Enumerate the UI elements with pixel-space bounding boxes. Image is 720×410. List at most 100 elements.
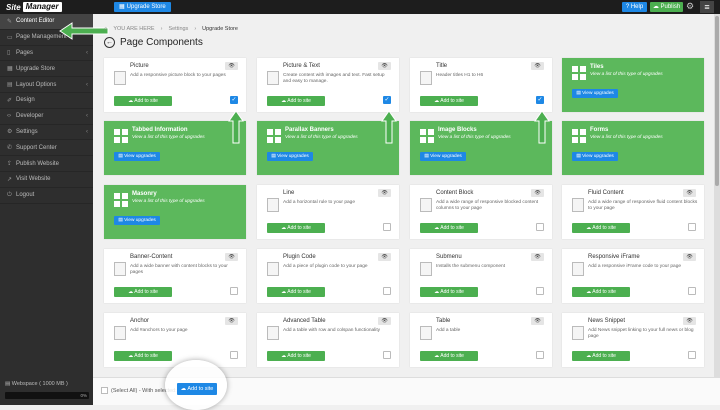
eye-icon[interactable]: 👁 — [225, 253, 238, 261]
scrollbar-thumb[interactable] — [715, 16, 719, 186]
breadcrumb: ⌂ YOU ARE HERE › Settings › Upgrade Stor… — [104, 26, 238, 32]
card-description: Add a responsive iFrame code to your pag… — [588, 264, 682, 269]
eye-icon[interactable]: 👁 — [683, 317, 696, 325]
breadcrumb-current: Upgrade Store — [202, 26, 238, 32]
card-description: View a list of this type of upgrades — [590, 72, 663, 77]
chevron-left-icon: ‹ — [86, 81, 88, 88]
select-checkbox[interactable] — [688, 223, 696, 231]
card-description: View a list of this type of upgrades — [132, 199, 205, 204]
grid-icon — [572, 66, 586, 80]
home-icon[interactable]: ⌂ — [104, 26, 107, 32]
webspace-bar: 0% — [5, 392, 89, 399]
view-upgrades-button[interactable]: ▤ View upgrades — [572, 89, 618, 98]
card-title: Image Blocks — [438, 127, 477, 133]
select-checkbox[interactable] — [230, 287, 238, 295]
add-to-site-button[interactable]: ☁ Add to site — [267, 287, 325, 297]
card-title: Line — [283, 190, 295, 196]
back-arrow-icon[interactable]: ← — [104, 37, 115, 48]
eye-icon[interactable]: 👁 — [531, 253, 544, 261]
select-checkbox[interactable] — [688, 351, 696, 359]
view-upgrades-button[interactable]: ▤ View upgrades — [572, 152, 618, 161]
select-checkbox[interactable]: ✓ — [383, 96, 391, 104]
sidebar-item[interactable]: ✐ Design — [0, 93, 93, 109]
eye-icon[interactable]: 👁 — [378, 189, 391, 197]
select-checkbox[interactable]: ✓ — [230, 96, 238, 104]
eye-icon[interactable]: 👁 — [225, 62, 238, 70]
card-description: Add News snippet linking to your full ne… — [588, 328, 694, 339]
eye-icon[interactable]: 👁 — [378, 317, 391, 325]
database-icon: ▤ — [5, 381, 11, 387]
add-to-site-button[interactable]: ☁ Add to site — [114, 96, 172, 106]
chevron-left-icon: ‹ — [86, 49, 88, 56]
eye-icon[interactable]: 👁 — [683, 253, 696, 261]
sidebar-item[interactable]: ⏻ Logout — [0, 188, 93, 204]
card-description: Installs the submenu component — [436, 264, 506, 269]
card-description: Add a responsive picture block to your p… — [130, 73, 226, 78]
add-to-site-button[interactable]: ☁ Add to site — [420, 223, 478, 233]
sidebar-item[interactable]: ‹› Developer ‹ — [0, 109, 93, 125]
eye-icon[interactable]: 👁 — [225, 317, 238, 325]
store-icon: ▦ — [7, 66, 13, 73]
add-to-site-button[interactable]: ☁ Add to site — [420, 351, 478, 361]
select-checkbox[interactable] — [536, 287, 544, 295]
select-checkbox[interactable] — [383, 287, 391, 295]
breadcrumb-settings[interactable]: Settings — [168, 26, 188, 32]
eye-icon[interactable]: 👁 — [531, 189, 544, 197]
publish-button[interactable]: ☁ Publish — [650, 2, 683, 12]
eye-icon[interactable]: 👁 — [378, 253, 391, 261]
view-upgrades-button[interactable]: ▤ View upgrades — [267, 152, 313, 161]
view-upgrades-button[interactable]: ▤ View upgrades — [114, 216, 160, 225]
card-description: Add a table with row and colspan functio… — [283, 328, 381, 333]
upgrade-store-button[interactable]: ▦ Upgrade Store — [114, 2, 171, 12]
logo[interactable]: Site Manager — [6, 2, 62, 12]
add-to-site-button[interactable]: ☁ Add to site — [267, 96, 325, 106]
card-title: Parallax Banners — [285, 127, 334, 133]
select-checkbox[interactable] — [230, 351, 238, 359]
add-to-site-button[interactable]: ☁ Add to site — [267, 223, 325, 233]
component-thumbnail-icon — [267, 198, 279, 212]
sidebar-item[interactable]: ▦ Upgrade Store — [0, 61, 93, 78]
eye-icon[interactable]: 👁 — [531, 317, 544, 325]
add-to-site-button[interactable]: ☁ Add to site — [114, 351, 172, 361]
gear-icon[interactable]: ⚙ — [686, 1, 694, 12]
select-checkbox[interactable] — [383, 223, 391, 231]
cloud-upload-icon: ☁ — [180, 386, 187, 392]
view-upgrades-button[interactable]: ▤ View upgrades — [420, 152, 466, 161]
scrollbar[interactable] — [714, 14, 720, 377]
select-checkbox[interactable] — [536, 223, 544, 231]
add-to-site-button[interactable]: ☁ Add to site — [420, 96, 478, 106]
add-to-site-button[interactable]: ☁ Add to site — [572, 351, 630, 361]
eye-icon[interactable]: 👁 — [683, 189, 696, 197]
sidebar-item[interactable]: ↗ Visit Website — [0, 172, 93, 188]
add-to-site-button[interactable]: ☁ Add to site — [114, 287, 172, 297]
component-card: Fluid Content Add a wide range of respons… — [562, 185, 704, 239]
eye-icon[interactable]: 👁 — [378, 62, 391, 70]
help-button[interactable]: ? Help — [622, 2, 647, 12]
hamburger-menu-icon[interactable]: ≡ — [700, 1, 714, 13]
sidebar-item-label: Layout Options — [16, 81, 57, 88]
add-to-site-button[interactable]: ☁ Add to site — [420, 287, 478, 297]
select-checkbox[interactable] — [536, 351, 544, 359]
component-card: Responsive iFrame Add a responsive iFrame… — [562, 249, 704, 303]
webspace-meter: ▤ Webspace ( 1000 MB ) 0% — [5, 381, 89, 399]
select-checkbox[interactable] — [688, 287, 696, 295]
sidebar-item[interactable]: ⚙ Settings ‹ — [0, 125, 93, 141]
sidebar-item[interactable]: ▤ Layout Options ‹ — [0, 77, 93, 93]
add-to-site-button[interactable]: ☁ Add to site — [572, 287, 630, 297]
bulk-add-to-site-button[interactable]: ☁ Add to site — [177, 383, 217, 395]
add-to-site-button[interactable]: ☁ Add to site — [267, 351, 325, 361]
view-upgrades-button[interactable]: ▤ View upgrades — [114, 152, 160, 161]
select-all-checkbox[interactable] — [101, 387, 108, 394]
cloud-upload-icon: ☁ — [434, 289, 440, 295]
sidebar-item[interactable]: ▯ Pages ‹ — [0, 46, 93, 62]
card-title: News Snippet — [588, 318, 626, 324]
card-description: View a list of this type of upgrades — [438, 135, 511, 140]
select-checkbox[interactable]: ✓ — [536, 96, 544, 104]
card-description: Add a wide banner with content blocks to… — [130, 264, 228, 275]
chevron-left-icon: ‹ — [86, 128, 88, 135]
sidebar-item[interactable]: ✆ Support Center — [0, 140, 93, 157]
select-checkbox[interactable] — [383, 351, 391, 359]
eye-icon[interactable]: 👁 — [531, 62, 544, 70]
sidebar-item[interactable]: ⇪ Publish Website — [0, 156, 93, 172]
add-to-site-button[interactable]: ☁ Add to site — [572, 223, 630, 233]
